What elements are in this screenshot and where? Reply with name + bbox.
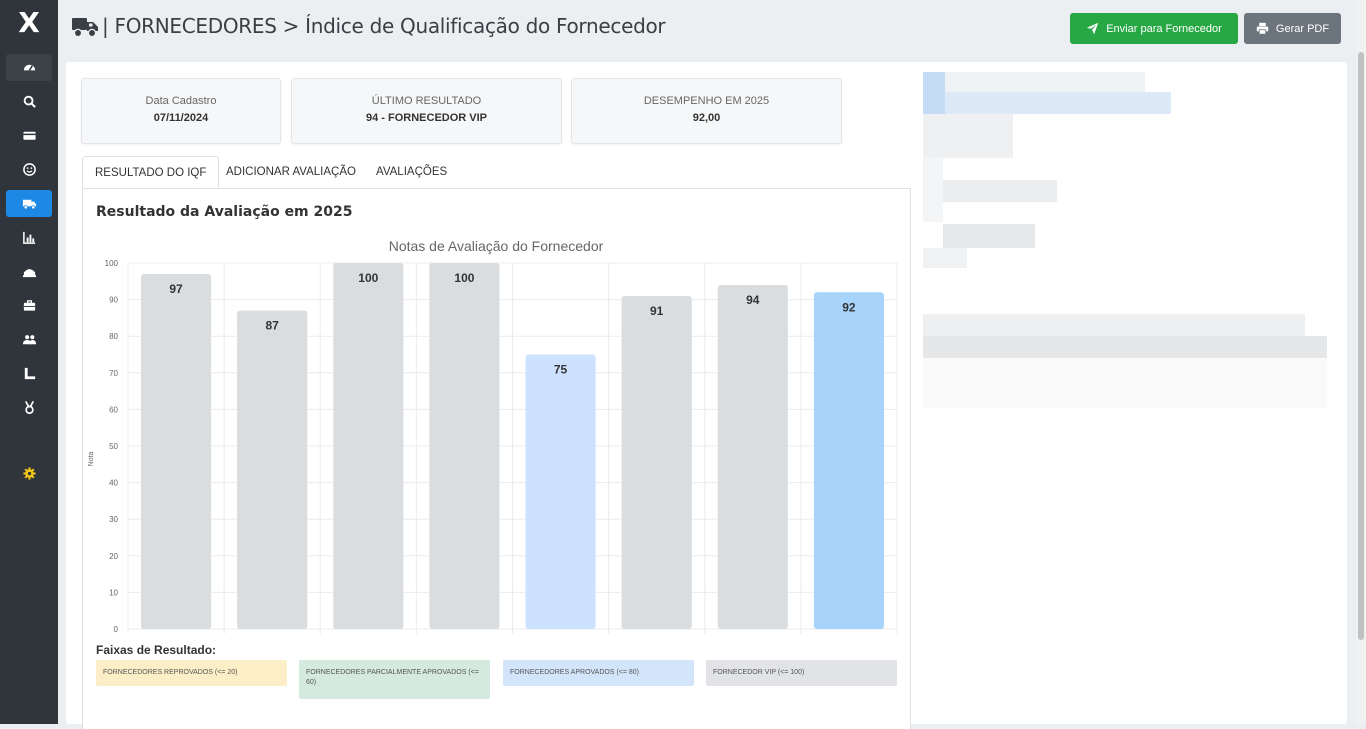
bar-value-label: 75	[554, 363, 568, 377]
bar-value-label: 91	[650, 304, 664, 318]
truck-icon	[72, 15, 99, 43]
scrollbar[interactable]	[1356, 0, 1366, 724]
stat-card-registration: Data Cadastro 07/11/2024	[81, 78, 281, 144]
tab-add-evaluation[interactable]: ADICIONAR AVALIAÇÃO	[226, 156, 356, 188]
chart-bar	[621, 295, 692, 629]
scrollbar-thumb[interactable]	[1358, 52, 1364, 640]
chart-bar	[717, 284, 788, 629]
y-tick-label: 50	[109, 442, 118, 451]
paper-plane-icon	[1087, 22, 1099, 35]
chart-bar	[525, 354, 596, 629]
y-tick-label: 30	[109, 515, 118, 524]
briefcase-icon[interactable]	[6, 292, 52, 319]
bar-value-label: 100	[454, 271, 474, 285]
smile-icon[interactable]	[6, 156, 52, 183]
faixa-badge-reprovados: FORNECEDORES REPROVADOS (<= 20)	[96, 660, 287, 686]
faixa-badge-vip: FORNECEDOR VIP (<= 100)	[706, 660, 897, 686]
page-title: | FORNECEDORES > Índice de Qualificação …	[102, 14, 666, 38]
y-tick-label: 20	[109, 552, 118, 561]
chart-bar	[237, 310, 308, 629]
faixa-badge-aprovados: FORNECEDORES APROVADOS (<= 80)	[503, 660, 694, 686]
sidebar: X	[0, 0, 58, 724]
chart-bar	[141, 273, 212, 629]
faixa-badge-parcial: FORNECEDORES PARCIALMENTE APROVADOS (<= …	[299, 660, 490, 699]
bar-value-label: 94	[746, 293, 760, 307]
tab-evaluations[interactable]: AVALIAÇÕES	[376, 156, 447, 188]
y-axis-label: Nota	[88, 452, 95, 467]
y-tick-label: 80	[109, 332, 118, 341]
bar-value-label: 97	[169, 282, 183, 296]
tab-panel: Resultado da Avaliação em 2025 Notas de …	[82, 188, 911, 729]
printer-icon	[1256, 22, 1269, 35]
main-content: Data Cadastro 07/11/2024 ÚLTIMO RESULTAD…	[66, 62, 1347, 729]
app-logo: X	[18, 6, 40, 39]
bar-value-label: 100	[358, 271, 378, 285]
generate-pdf-button[interactable]: Gerar PDF	[1244, 13, 1341, 44]
settings-icon[interactable]	[6, 460, 52, 487]
chart-bar	[813, 292, 884, 629]
stat-value: 92,00	[692, 112, 721, 124]
chart-icon[interactable]	[6, 224, 52, 251]
stat-card-performance: DESEMPENHO EM 2025 92,00	[571, 78, 842, 144]
truck-icon[interactable]	[6, 190, 52, 217]
y-tick-label: 10	[109, 588, 118, 597]
bar-value-label: 92	[842, 300, 856, 314]
medal-icon[interactable]	[6, 394, 52, 421]
page-header: | FORNECEDORES > Índice de Qualificação …	[58, 0, 1366, 56]
card-icon[interactable]	[6, 122, 52, 149]
send-to-supplier-label: Enviar para Fornecedor	[1106, 22, 1222, 35]
stat-label: Data Cadastro	[145, 95, 217, 107]
redacted-panel	[921, 72, 1331, 408]
chart-bar	[333, 263, 404, 629]
factory-icon[interactable]	[6, 258, 52, 285]
search-icon[interactable]	[6, 88, 52, 115]
chart-title: Notas de Avaliação do Fornecedor	[389, 238, 604, 254]
stat-card-last-result: ÚLTIMO RESULTADO 94 - FORNECEDOR VIP	[291, 78, 562, 144]
section-title: Resultado da Avaliação em 2025	[96, 204, 353, 220]
y-tick-label: 60	[109, 405, 118, 414]
tab-iqf-result[interactable]: RESULTADO DO IQF	[82, 156, 220, 190]
dashboard-icon[interactable]	[6, 54, 52, 81]
generate-pdf-label: Gerar PDF	[1275, 22, 1330, 35]
y-tick-label: 70	[109, 369, 118, 378]
ruler-icon[interactable]	[6, 360, 52, 387]
y-tick-label: 0	[114, 625, 119, 634]
faixas-title: Faixas de Resultado:	[96, 643, 217, 657]
y-tick-label: 40	[109, 479, 118, 488]
stat-label: ÚLTIMO RESULTADO	[371, 95, 482, 107]
bar-chart: Notas de Avaliação do Fornecedor 0 10 20 30 4…	[88, 238, 898, 634]
stat-value: 07/11/2024	[153, 112, 209, 124]
bar-value-label: 87	[266, 319, 280, 333]
send-to-supplier-button[interactable]: Enviar para Fornecedor	[1070, 13, 1238, 44]
y-tick-label: 100	[105, 259, 119, 268]
users-icon[interactable]	[6, 326, 52, 353]
chart-bar	[429, 263, 500, 629]
y-tick-label: 90	[109, 296, 118, 305]
stat-value: 94 - FORNECEDOR VIP	[365, 112, 488, 124]
stat-label: DESEMPENHO EM 2025	[643, 95, 770, 107]
